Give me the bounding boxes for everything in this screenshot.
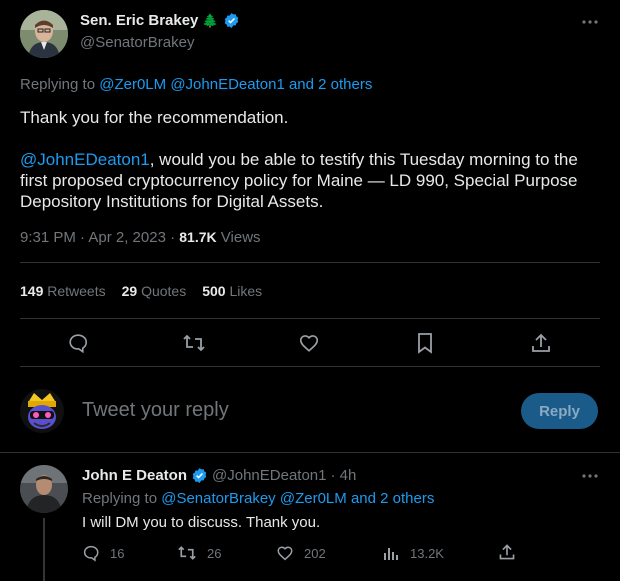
reply-share-icon[interactable] <box>498 543 516 561</box>
mention-link-body[interactable]: @JohnEDeaton1 <box>20 150 150 169</box>
mention-link-johnedeaton[interactable]: @JohnEDeaton1 <box>170 76 284 93</box>
author-name[interactable]: Sen. Eric Brakey <box>80 12 198 29</box>
reply-more-options-icon[interactable] <box>580 468 600 484</box>
divider <box>20 318 600 319</box>
verified-badge-icon <box>223 12 240 29</box>
replying-to-line: Replying to @Zer0LM @JohnEDeaton1 and 2 … <box>20 76 373 93</box>
divider <box>0 452 620 453</box>
current-user-avatar[interactable] <box>20 389 64 433</box>
quotes-stat[interactable]: 29 Quotes <box>122 283 187 299</box>
author-avatar[interactable] <box>20 10 68 58</box>
views-count: 81.7K <box>179 229 217 245</box>
reply-button[interactable]: Reply <box>521 393 598 429</box>
retweet-icon[interactable] <box>182 332 206 354</box>
more-options-icon[interactable] <box>580 14 600 30</box>
reply-views-count: 13.2K <box>410 545 444 561</box>
reply-replies-count: 16 <box>110 545 125 561</box>
reply-author-handle[interactable]: @JohnEDeaton1 <box>212 467 326 484</box>
retweets-stat[interactable]: 149 Retweets <box>20 283 106 299</box>
reply-icon[interactable] <box>67 332 89 354</box>
verified-badge-icon <box>191 467 208 484</box>
share-icon[interactable] <box>530 332 552 354</box>
divider <box>20 262 600 263</box>
reply-likes-count: 202 <box>304 545 326 561</box>
reply-retweet-action[interactable]: 26 <box>177 544 221 562</box>
tree-emoji: 🌲 <box>202 12 219 28</box>
reply-replying-to-line: Replying to @SenatorBrakey @Zer0LM and 2… <box>82 490 435 507</box>
likes-stat[interactable]: 500 Likes <box>202 283 262 299</box>
author-handle[interactable]: @SenatorBrakey <box>80 34 194 51</box>
views-chart-icon[interactable] <box>382 544 400 562</box>
like-icon[interactable] <box>276 544 294 562</box>
reply-like-action[interactable]: 202 <box>276 544 326 562</box>
reply-views-action[interactable]: 13.2K <box>382 544 444 562</box>
reply-author-name[interactable]: John E Deaton <box>82 467 187 484</box>
mention-link-zer0lm[interactable]: @Zer0LM <box>280 490 347 507</box>
mention-link-zer0lm[interactable]: @Zer0LM <box>99 76 166 93</box>
reply-time[interactable]: · 4h <box>331 467 357 484</box>
reply-author-avatar[interactable] <box>20 465 68 513</box>
others-link[interactable]: and 2 others <box>351 490 434 507</box>
reply-compose-input[interactable]: Tweet your reply <box>82 399 229 422</box>
retweet-icon[interactable] <box>177 544 197 562</box>
tweet-text-paragraph2: @JohnEDeaton1, would you be able to test… <box>20 150 578 211</box>
divider <box>20 366 600 367</box>
reply-replies-action[interactable]: 16 <box>82 544 124 562</box>
tweet-timestamp: 9:31 PM · Apr 2, 2023 · 81.7K Views <box>20 229 261 246</box>
reply-icon[interactable] <box>82 544 100 562</box>
thread-line <box>43 518 45 581</box>
mention-link-senatorbrakey[interactable]: @SenatorBrakey <box>161 490 275 507</box>
reply-text: I will DM you to discuss. Thank you. <box>82 514 321 531</box>
like-icon[interactable] <box>298 332 320 354</box>
others-link[interactable]: and 2 others <box>289 76 372 93</box>
reply-retweets-count: 26 <box>207 545 222 561</box>
tweet-text-line1: Thank you for the recommendation. <box>20 108 289 127</box>
bookmark-icon[interactable] <box>415 332 435 354</box>
tweet-stats: 149 Retweets 29 Quotes 500 Likes <box>20 283 262 299</box>
